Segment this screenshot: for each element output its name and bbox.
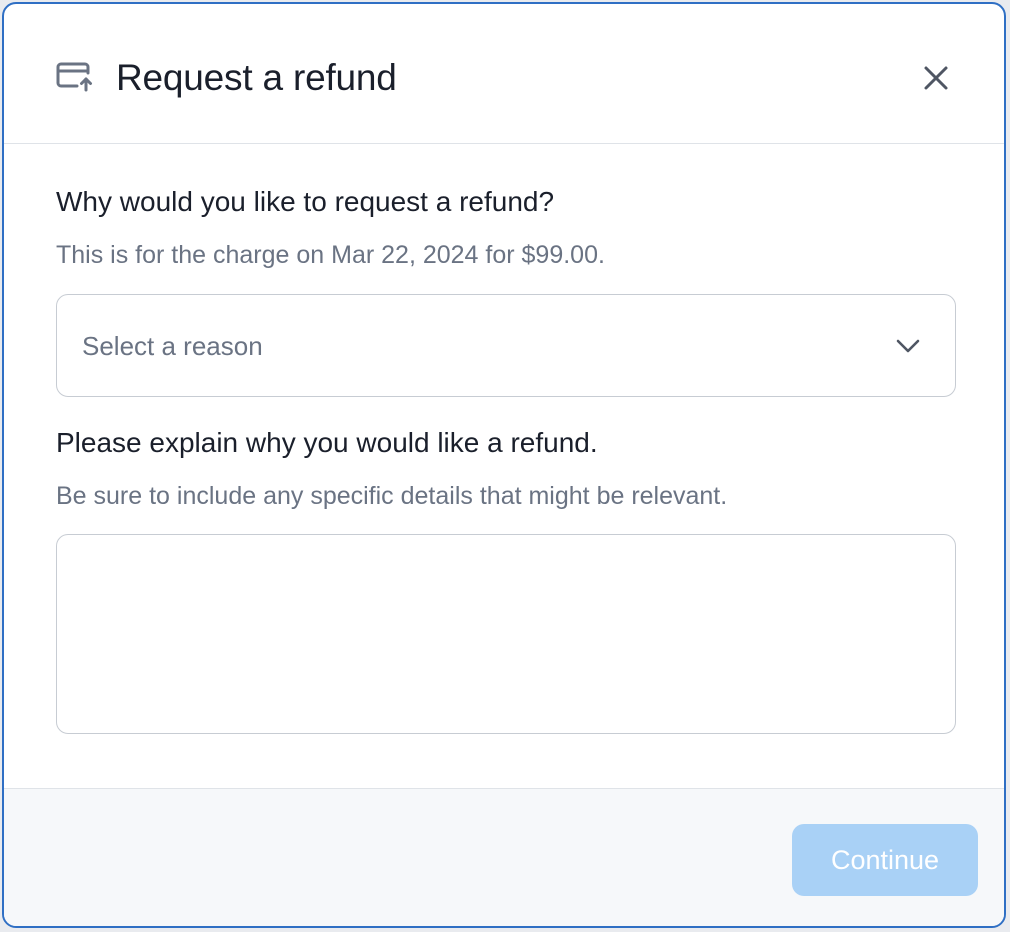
refund-dialog: Request a refund Why would you like to r… bbox=[2, 2, 1006, 928]
continue-button[interactable]: Continue bbox=[792, 824, 978, 896]
close-icon bbox=[924, 66, 948, 90]
reason-hint: This is for the charge on Mar 22, 2024 f… bbox=[56, 241, 605, 269]
reason-select-placeholder: Select a reason bbox=[82, 331, 263, 361]
dialog-body: Why would you like to request a refund? … bbox=[4, 145, 1004, 789]
chevron-down-icon bbox=[893, 331, 923, 361]
dialog-footer: Continue bbox=[4, 788, 1004, 926]
card-refund-icon bbox=[55, 59, 95, 93]
dialog-title: Request a refund bbox=[116, 57, 397, 98]
close-button[interactable] bbox=[916, 58, 952, 94]
explanation-textarea[interactable] bbox=[56, 534, 956, 734]
explanation-label: Please explain why you would like a refu… bbox=[56, 427, 598, 458]
dialog-header: Request a refund bbox=[4, 4, 1004, 144]
explanation-hint: Be sure to include any specific details … bbox=[56, 482, 728, 510]
reason-label: Why would you like to request a refund? bbox=[56, 186, 555, 217]
reason-select[interactable]: Select a reason bbox=[56, 294, 956, 397]
